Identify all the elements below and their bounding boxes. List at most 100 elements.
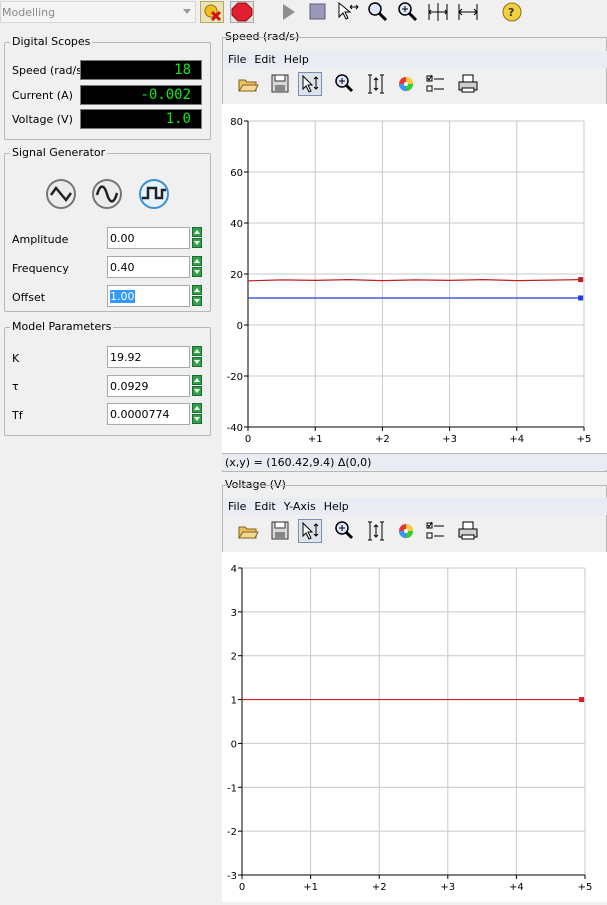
x-tick-label: 0 (245, 434, 251, 445)
offset-input[interactable]: 1.00 (107, 285, 190, 307)
y-tick-label: 0 (237, 321, 243, 332)
square-icon[interactable] (305, 1, 329, 23)
menu-edit[interactable]: Edit (254, 498, 275, 515)
frequency-input[interactable]: 0.40 (107, 256, 190, 278)
model-parameters-group: Model Parameters K 19.92 τ 0.0929 Tf 0.0… (4, 320, 211, 436)
legend-icon[interactable] (424, 519, 448, 543)
menu-file[interactable]: File (228, 498, 246, 515)
current-label: Current (A) (12, 89, 73, 102)
legend-icon[interactable] (424, 72, 448, 96)
fit-all-icon[interactable] (426, 1, 450, 23)
color-wheel-icon[interactable] (394, 72, 418, 96)
color-wheel-icon[interactable] (394, 519, 418, 543)
x-tick-label: +1 (308, 434, 323, 445)
x-tick-label: +3 (440, 882, 455, 893)
y-tick-label: -1 (227, 783, 237, 794)
cancel-run-icon[interactable] (200, 1, 224, 23)
tau-input[interactable]: 0.0929 (107, 375, 190, 397)
k-input[interactable]: 19.92 (107, 346, 190, 368)
voltage-display: 1.0 (80, 109, 202, 129)
zoom-icon[interactable] (366, 1, 390, 23)
save-icon[interactable] (268, 519, 292, 543)
pointer-icon[interactable] (298, 72, 322, 96)
menu-help[interactable]: Help (284, 51, 309, 68)
cursor-bars-icon[interactable] (364, 72, 388, 96)
voltage-menubar: File Edit Y-Axis Help (224, 498, 607, 515)
stop-icon[interactable] (230, 1, 254, 23)
speed-scope-panel: Speed (rad/s) File Edit Help 0 +1 +2 +3 +4 +5 -4… (222, 30, 607, 472)
menu-file[interactable]: File (228, 51, 246, 68)
x-tick-label: +3 (442, 434, 457, 445)
signal-generator-group: Signal Generator Amplitude 0.00 Frequenc… (4, 146, 211, 312)
offset-stepper[interactable] (192, 285, 202, 307)
current-display: -0.002 (80, 85, 202, 105)
x-tick-label: +5 (577, 434, 592, 445)
frequency-stepper[interactable] (192, 256, 202, 278)
voltage-plot-area[interactable]: 0 +1 +2 +3 +4 +5 -3 -2 -1 0 1 2 3 4 (222, 552, 607, 902)
pointer-icon[interactable] (298, 519, 322, 543)
amplitude-input[interactable]: 0.00 (107, 227, 190, 249)
series-end-marker-0 (578, 277, 584, 283)
print-icon[interactable] (456, 72, 480, 96)
model-parameters-title: Model Parameters (10, 320, 114, 333)
tau-label: τ (12, 380, 19, 393)
print-icon[interactable] (456, 519, 480, 543)
menu-help[interactable]: Help (324, 498, 349, 515)
speed-plot-toolbar (226, 70, 486, 98)
digital-scopes-group: Digital Scopes Speed (rad/s) 18 Current … (4, 35, 211, 140)
amplitude-label: Amplitude (12, 233, 69, 246)
voltage-label: Voltage (V) (12, 113, 73, 126)
x-tick-label: 0 (239, 882, 245, 893)
sine-wave-icon[interactable] (91, 178, 123, 210)
voltage-chart: 0 +1 +2 +3 +4 +5 -3 -2 -1 0 1 2 3 4 (227, 564, 593, 893)
speed-chart: 0 +1 +2 +3 +4 +5 -40 -20 0 20 40 60 80 (227, 117, 592, 445)
menu-edit[interactable]: Edit (254, 51, 275, 68)
y-tick-label: -40 (227, 423, 243, 434)
select-move-icon[interactable] (336, 1, 360, 23)
fit-horizontal-icon[interactable] (456, 1, 480, 23)
svg-text:?: ? (508, 6, 514, 19)
cursor-bars-icon[interactable] (364, 519, 388, 543)
menu-y-axis[interactable]: Y-Axis (284, 498, 316, 515)
triangle-wave-icon[interactable] (45, 178, 77, 210)
square-wave-icon[interactable] (138, 178, 170, 210)
y-tick-label: 3 (231, 608, 237, 619)
y-tick-label: -3 (227, 871, 237, 882)
play-icon[interactable] (277, 1, 301, 23)
speed-plot-area[interactable]: 0 +1 +2 +3 +4 +5 -40 -20 0 20 40 60 80 (222, 104, 607, 454)
zoom-in-icon[interactable] (396, 1, 420, 23)
voltage-plot-toolbar (226, 517, 486, 545)
series-end-marker-1 (578, 295, 584, 301)
x-tick-label: +4 (509, 434, 524, 445)
open-folder-icon[interactable] (236, 519, 260, 543)
x-tick-label: +1 (303, 882, 318, 893)
y-tick-label: 40 (230, 219, 243, 230)
digital-scopes-title: Digital Scopes (10, 35, 93, 48)
k-stepper[interactable] (192, 346, 202, 368)
series-end-marker-0 (579, 697, 585, 703)
top-toolbar: Modelling ? (0, 0, 607, 26)
speed-menubar: File Edit Help (224, 51, 607, 68)
tau-stepper[interactable] (192, 375, 202, 397)
help-icon[interactable]: ? (500, 1, 524, 23)
tf-stepper[interactable] (192, 403, 202, 425)
speed-label: Speed (rad/s) (12, 64, 87, 77)
amplitude-stepper[interactable] (192, 227, 202, 249)
y-tick-label: 80 (230, 117, 243, 128)
open-folder-icon[interactable] (236, 72, 260, 96)
save-icon[interactable] (268, 72, 292, 96)
x-tick-label: +2 (375, 434, 390, 445)
y-tick-label: -2 (227, 827, 237, 838)
mode-select-value: Modelling (2, 6, 56, 19)
speed-display: 18 (80, 60, 202, 80)
tf-input[interactable]: 0.0000774 (107, 403, 190, 425)
y-tick-label: 4 (231, 564, 237, 575)
x-tick-label: +2 (372, 882, 387, 893)
zoom-icon[interactable] (332, 519, 356, 543)
frequency-label: Frequency (12, 262, 69, 275)
mode-select[interactable]: Modelling (0, 1, 196, 23)
x-tick-label: +5 (578, 882, 593, 893)
y-tick-label: -20 (227, 372, 243, 383)
y-tick-label: 60 (230, 168, 243, 179)
zoom-icon[interactable] (332, 72, 356, 96)
